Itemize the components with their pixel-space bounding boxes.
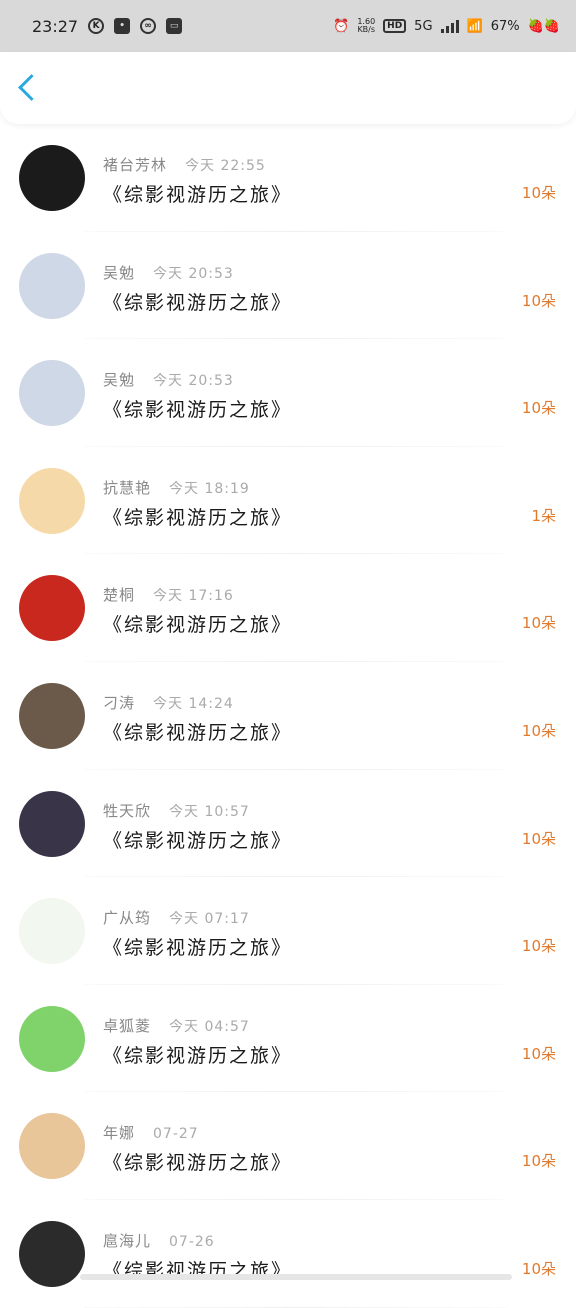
list-item[interactable]: 扈海儿 07-26 《综影视游历之旅》 10朵 <box>0 1200 576 1308</box>
top-nav <box>0 52 576 124</box>
k-app-icon: K <box>88 18 105 34</box>
book-title: 《综影视游历之旅》 <box>103 291 293 314</box>
sender-name-text: 楚桐 <box>103 586 136 605</box>
timestamp: 今天 10:57 <box>169 803 250 820</box>
gift-amount: 10朵 <box>521 829 556 848</box>
status-time: 23:27 <box>32 16 79 36</box>
gift-amount: 10朵 <box>521 937 556 956</box>
sender-name-text: 褚台芳林 <box>103 156 168 174</box>
dragon-emblem-avatar[interactable] <box>19 145 85 211</box>
gift-amount: 10朵 <box>521 184 556 202</box>
hamster-avatar[interactable] <box>19 467 85 534</box>
sender-name: 楚桐 今天 17:16 <box>103 584 234 605</box>
list-item[interactable]: 抗慧艳 今天 18:19 《综影视游历之旅》 1朵 <box>0 447 576 555</box>
sender-name-text: 刁涛 <box>103 693 136 712</box>
camera-girl-avatar[interactable] <box>19 790 85 857</box>
sender-name: 卓狐菱 今天 04:57 <box>103 1015 250 1036</box>
divider <box>84 1306 506 1308</box>
list-item[interactable]: 广从筠 今天 07:17 《综影视游历之旅》 10朵 <box>0 877 576 985</box>
sender-name: 牲天欣 今天 10:57 <box>103 800 250 821</box>
book-title: 《综影视游历之旅》 <box>103 399 293 422</box>
timestamp: 今天 17:16 <box>153 588 234 605</box>
book-title: 《综影视游历之旅》 <box>103 721 293 744</box>
sender-name-text: 卓狐菱 <box>103 1016 152 1035</box>
gift-amount: 1朵 <box>531 506 556 525</box>
signal-icon <box>440 19 459 33</box>
red-costume-avatar[interactable] <box>19 575 85 642</box>
sender-name: 扈海儿 07-26 <box>103 1230 215 1251</box>
timestamp: 今天 18:19 <box>169 480 250 497</box>
gift-amount: 10朵 <box>521 721 556 740</box>
sender-name: 广从筠 今天 07:17 <box>103 907 250 928</box>
timestamp: 今天 04:57 <box>169 1018 250 1035</box>
gift-amount: 10朵 <box>521 1259 556 1278</box>
timestamp: 今天 20:53 <box>153 265 234 282</box>
gift-amount: 10朵 <box>521 1044 556 1063</box>
sender-name-text: 扈海儿 <box>103 1231 152 1250</box>
strawberry-icon: 🍓🍓 <box>527 18 560 34</box>
sender-name-text: 牲天欣 <box>103 801 152 820</box>
list-item[interactable]: 刁涛 今天 14:24 《综影视游历之旅》 10朵 <box>0 662 576 770</box>
book-title: 《综影视游历之旅》 <box>103 1152 293 1175</box>
sender-name-text: 抗慧艳 <box>103 478 152 497</box>
gift-amount: 10朵 <box>521 291 556 310</box>
book-title: 《综影视游历之旅》 <box>103 1044 293 1067</box>
sprout-avatar[interactable] <box>19 898 85 965</box>
status-bar: 23:27 K • ∞ ▭ ⏰ 1.60 KB/s HD 5G 📶 67% 🍓🍓 <box>0 0 576 52</box>
back-arrow-icon[interactable] <box>18 74 45 101</box>
app-notification-icon: • <box>114 18 131 34</box>
anime-character-avatar[interactable] <box>19 252 85 319</box>
list-item[interactable]: 卓狐菱 今天 04:57 《综影视游历之旅》 10朵 <box>0 985 576 1093</box>
warm-photo-avatar[interactable] <box>19 1113 85 1180</box>
sender-name-text: 吴勉 <box>103 371 136 390</box>
link-icon: ∞ <box>140 18 157 34</box>
timestamp: 今天 07:17 <box>169 911 250 928</box>
gift-amount: 10朵 <box>521 614 556 633</box>
green-shirt-avatar[interactable] <box>19 1005 85 1072</box>
list-item[interactable]: 年娜 07-27 《综影视游历之旅》 10朵 <box>0 1092 576 1200</box>
hd-badge: HD <box>383 19 407 33</box>
sender-name: 褚台芳林 今天 22:55 <box>103 154 266 175</box>
couple-photo-avatar[interactable] <box>19 1220 85 1287</box>
book-title: 《综影视游历之旅》 <box>103 829 293 852</box>
timestamp: 07-27 <box>153 1126 199 1143</box>
list-item[interactable]: 牲天欣 今天 10:57 《综影视游历之旅》 10朵 <box>0 770 576 878</box>
sender-name: 刁涛 今天 14:24 <box>103 692 234 713</box>
battery-level: 67% <box>490 18 520 34</box>
book-title: 《综影视游历之旅》 <box>103 506 293 529</box>
timestamp: 今天 22:55 <box>185 158 266 174</box>
gift-list: 褚台芳林 今天 22:55 《综影视游历之旅》 10朵 吴勉 今天 20:53 《综影视游历… <box>0 124 576 1308</box>
net-speed: 1.60 KB/s <box>357 17 376 34</box>
list-item[interactable]: 吴勉 今天 20:53 《综影视游历之旅》 10朵 <box>0 232 576 340</box>
timestamp: 07-26 <box>169 1233 215 1250</box>
message-icon: ▭ <box>166 18 183 34</box>
sender-name: 吴勉 今天 20:53 <box>103 369 234 390</box>
sender-name: 年娜 07-27 <box>103 1122 199 1143</box>
network-type: 5G <box>414 18 433 34</box>
gift-amount: 10朵 <box>521 399 556 418</box>
wifi-icon: 📶 <box>466 18 483 34</box>
timestamp: 今天 14:24 <box>153 695 234 712</box>
gift-amount: 10朵 <box>521 1152 556 1171</box>
sender-name-text: 年娜 <box>103 1124 136 1143</box>
portrait-avatar[interactable] <box>19 682 85 749</box>
sender-name: 吴勉 今天 20:53 <box>103 262 234 283</box>
list-item[interactable]: 楚桐 今天 17:16 《综影视游历之旅》 10朵 <box>0 554 576 662</box>
sender-name-text: 广从筠 <box>103 909 152 928</box>
list-item[interactable]: 吴勉 今天 20:53 《综影视游历之旅》 10朵 <box>0 339 576 447</box>
sender-name: 抗慧艳 今天 18:19 <box>103 477 250 498</box>
scroll-indicator <box>80 1274 512 1280</box>
list-item[interactable]: 褚台芳林 今天 22:55 《综影视游历之旅》 10朵 <box>0 124 576 232</box>
sender-name-text: 吴勉 <box>103 263 136 282</box>
anime-character-avatar[interactable] <box>19 360 85 427</box>
book-title: 《综影视游历之旅》 <box>103 184 293 206</box>
book-title: 《综影视游历之旅》 <box>103 937 293 960</box>
book-title: 《综影视游历之旅》 <box>103 614 293 637</box>
timestamp: 今天 20:53 <box>153 373 234 390</box>
alarm-icon: ⏰ <box>333 18 350 34</box>
